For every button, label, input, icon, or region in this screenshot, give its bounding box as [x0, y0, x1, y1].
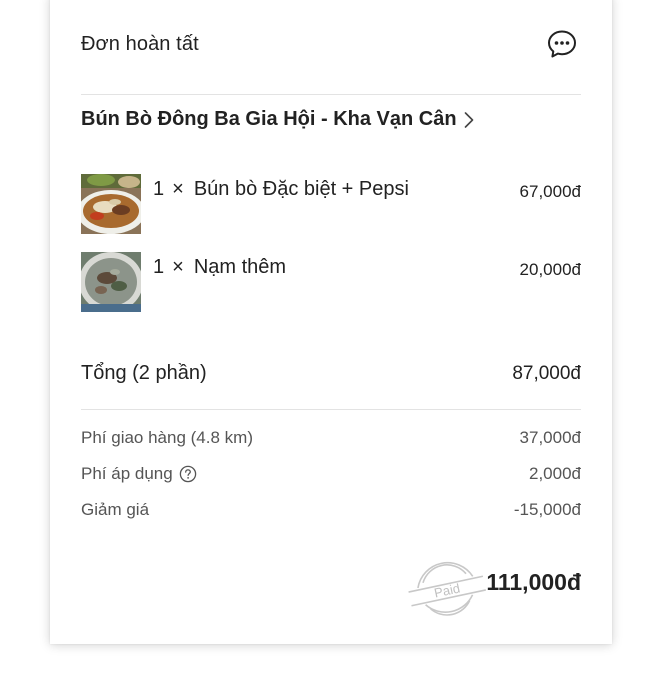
times-sign: × [172, 256, 184, 278]
subtotal-row: Tổng (2 phần) 87,000đ [81, 362, 581, 385]
question-help-icon[interactable] [179, 465, 197, 483]
grand-total-value: 111,000đ [486, 569, 581, 595]
summary-divider [81, 409, 581, 410]
item-line: 1 × Nạm thêm [153, 256, 286, 279]
fee-label-wrap: Phí áp dụng [81, 464, 197, 484]
order-item: 1 × Nạm thêm 20,000đ [81, 252, 581, 314]
fee-label: Giảm giá [81, 500, 150, 519]
fee-row-discount: Giảm giá -15,000đ [81, 500, 581, 520]
subtotal-label: Tổng (2 phần) [81, 362, 207, 384]
paid-stamp-text: Paid [433, 580, 462, 600]
fee-value: 37,000đ [519, 428, 581, 447]
header-divider [81, 94, 581, 95]
fee-label: Phí giao hàng (4.8 km) [81, 428, 253, 447]
fee-row-delivery: Phí giao hàng (4.8 km) 37,000đ [81, 428, 581, 448]
restaurant-link[interactable]: Bún Bò Đông Ba Gia Hội - Kha Vạn Cân [81, 108, 475, 131]
item-quantity: 1 [153, 256, 165, 278]
chat-bubble-icon[interactable] [546, 28, 578, 60]
item-name: Nạm thêm [193, 256, 287, 278]
restaurant-name: Bún Bò Đông Ba Gia Hội - Kha Vạn Cân [81, 108, 457, 130]
fee-label: Phí áp dụng [81, 464, 173, 483]
item-price: 67,000đ [519, 182, 581, 201]
order-header: Đơn hoàn tất [81, 24, 581, 64]
fee-value: 2,000đ [529, 464, 581, 483]
times-sign: × [172, 178, 184, 200]
item-quantity: 1 [153, 178, 165, 200]
nam-soup-photo [81, 252, 141, 312]
fee-value: -15,000đ [513, 500, 581, 519]
subtotal-value: 87,000đ [512, 363, 581, 384]
item-name: Bún bò Đặc biệt + Pepsi [193, 178, 409, 200]
bun-bo-photo [81, 174, 141, 234]
order-card: Đơn hoàn tất Bún Bò Đông Ba Gia Hội - Kh… [50, 0, 612, 644]
item-price: 20,000đ [519, 260, 581, 279]
paid-stamp: Paid [408, 561, 486, 616]
item-line: 1 × Bún bò Đặc biệt + Pepsi [153, 178, 409, 201]
chevron-right-icon [464, 111, 473, 128]
order-status-title: Đơn hoàn tất [81, 32, 199, 55]
order-item: 1 × Bún bò Đặc biệt + Pepsi 67,000đ [81, 174, 581, 236]
fee-row-service: Phí áp dụng 2,000đ [81, 464, 581, 484]
